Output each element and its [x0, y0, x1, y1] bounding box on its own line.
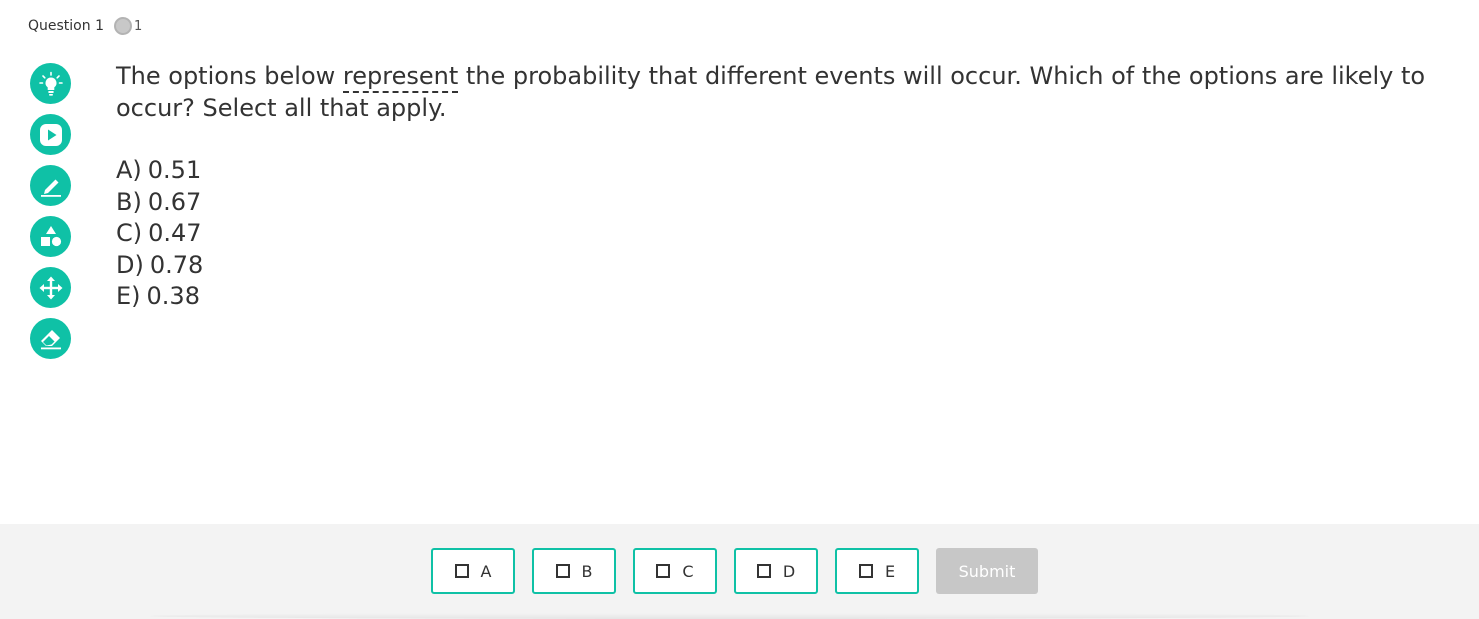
- video-button[interactable]: [30, 114, 71, 155]
- option-a: A) 0.51: [116, 155, 203, 187]
- option-label: C): [116, 219, 143, 247]
- answer-bar: A B C D E Submit: [0, 524, 1479, 619]
- choice-label: D: [782, 561, 796, 581]
- question-text-start: The options below: [116, 62, 343, 90]
- tool-sidebar: [30, 63, 71, 369]
- shapes-icon: [40, 225, 61, 246]
- checkbox-icon: [858, 564, 873, 578]
- submit-button[interactable]: Submit: [936, 548, 1038, 594]
- option-label: E): [116, 282, 141, 310]
- choice-label: A: [480, 561, 492, 581]
- choice-e-button[interactable]: E: [835, 548, 919, 594]
- move-arrows-icon: [39, 276, 62, 299]
- answer-choices: A B C D E Submit: [431, 548, 1038, 594]
- choice-d-button[interactable]: D: [734, 548, 818, 594]
- checkbox-icon: [555, 564, 570, 578]
- choice-c-button[interactable]: C: [633, 548, 717, 594]
- option-label: A): [116, 156, 142, 184]
- choice-label: B: [581, 561, 593, 581]
- option-value: 0.67: [147, 187, 202, 216]
- move-button[interactable]: [30, 267, 71, 308]
- question-page: Question 1 1 The options below represent…: [0, 0, 1479, 619]
- play-icon: [39, 123, 62, 146]
- question-number: Question 1: [28, 18, 104, 34]
- points-badge-icon: [113, 17, 132, 35]
- option-label: D): [116, 250, 144, 279]
- option-c: C) 0.47: [116, 218, 203, 250]
- choice-label: E: [884, 561, 896, 581]
- eraser-button[interactable]: [30, 318, 71, 359]
- checkbox-icon: [756, 564, 771, 578]
- choice-a-button[interactable]: A: [431, 548, 515, 594]
- option-value: 0.78: [149, 250, 204, 279]
- option-label: B): [116, 187, 142, 216]
- options-list: A) 0.51 B) 0.67 C) 0.47 D) 0.78 E) 0.38: [116, 155, 203, 313]
- checkbox-icon: [656, 564, 671, 578]
- scratchpad-button[interactable]: [30, 165, 71, 206]
- eraser-icon: [40, 329, 61, 349]
- choice-b-button[interactable]: B: [532, 548, 616, 594]
- points-count: 1: [133, 18, 143, 34]
- pencil-icon: [40, 179, 61, 197]
- checkbox-icon: [454, 564, 469, 578]
- bar-shadow: [150, 613, 1309, 619]
- question-text: The options below represent the probabil…: [116, 60, 1436, 124]
- option-b: B) 0.67: [116, 187, 203, 219]
- manipulatives-button[interactable]: [30, 216, 71, 257]
- option-d: D) 0.78: [116, 250, 203, 282]
- option-e: E) 0.38: [116, 281, 203, 313]
- glossary-term-link[interactable]: represent: [342, 62, 459, 93]
- lightbulb-icon: [38, 71, 63, 96]
- option-value: 0.47: [148, 219, 202, 247]
- option-value: 0.51: [147, 156, 202, 184]
- choice-label: C: [682, 561, 694, 581]
- question-header: Question 1 1: [28, 17, 142, 35]
- option-value: 0.38: [146, 282, 200, 310]
- hint-button[interactable]: [30, 63, 71, 104]
